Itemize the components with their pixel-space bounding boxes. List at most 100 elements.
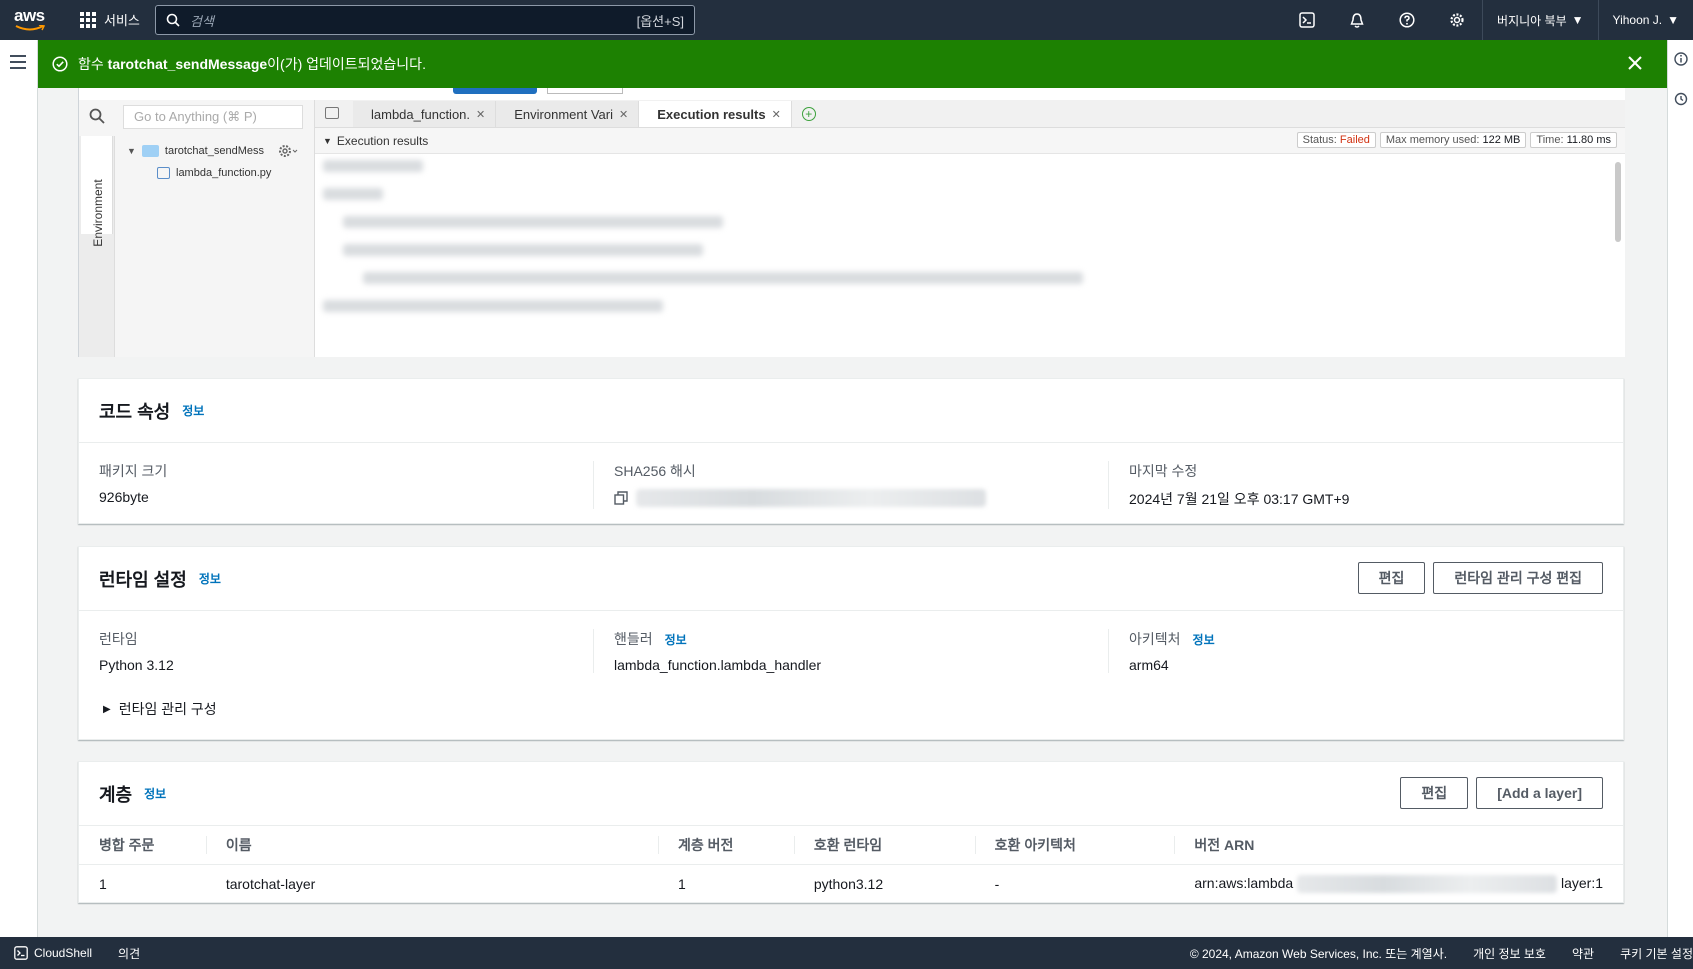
info-link[interactable]: 정보 (144, 785, 166, 802)
tree-file[interactable]: lambda_function.py (127, 162, 298, 184)
runtime-value: Python 3.12 (99, 657, 174, 673)
notifications-button[interactable] (1332, 0, 1382, 40)
layer-runtime: python3.12 (813, 876, 884, 893)
user-label: Yihoon J. (1612, 13, 1663, 27)
cloudshell-icon (1299, 12, 1315, 28)
scrollbar[interactable] (1615, 162, 1621, 242)
last-modified-value: 2024년 7월 21일 오후 03:17 GMT+9 (1129, 491, 1350, 507)
close-icon[interactable]: ✕ (772, 108, 781, 121)
column-header[interactable]: 이름 (205, 826, 659, 865)
redacted-arn (1297, 875, 1558, 894)
code-editor: Go to Anything (⌘ P) Environment ▼ tarot… (78, 88, 1625, 357)
folder-name: tarotchat_sendMess (164, 145, 264, 157)
feedback-link[interactable]: 의견 (118, 945, 140, 962)
menu-icon[interactable] (10, 55, 26, 73)
top-navigation: aws 서비스 검색 [옵션+S] 버지니아 북부 ▼ Yihoon J. ▼ (0, 0, 1693, 40)
copyright-text: © 2024, Amazon Web Services, Inc. 또는 계열사… (1189, 946, 1448, 961)
architecture-label: 아키텍처 (1129, 631, 1181, 647)
add-layer-button[interactable]: [Add a layer] (1476, 777, 1603, 809)
close-icon[interactable]: ✕ (619, 108, 628, 121)
close-icon[interactable] (1627, 55, 1643, 71)
panel-title: 런타임 설정 (99, 569, 187, 590)
chevron-down-icon: ▼ (127, 146, 136, 156)
history-icon[interactable] (1674, 92, 1688, 106)
info-icon[interactable] (1674, 52, 1688, 66)
region-label: 버지니아 북부 (1497, 13, 1567, 28)
search-icon (166, 13, 180, 27)
help-button[interactable] (1382, 0, 1432, 40)
column-header[interactable]: 병합 주문 (79, 826, 206, 865)
layers-table: 병합 주문 이름 계층 버전 호환 런타임 호환 아키텍처 버전 ARN 1 t… (79, 826, 1623, 904)
close-icon[interactable]: ✕ (476, 108, 485, 121)
column-header[interactable]: 호환 런타임 (793, 826, 975, 865)
aws-smile-icon (15, 25, 45, 31)
file-tree: ▼ tarotchat_sendMess lambda_function.py (127, 140, 298, 184)
cookie-settings-link[interactable]: 쿠키 기본 설정 (1620, 945, 1693, 962)
runtime-settings-panel: 런타임 설정 정보 편집 런타임 관리 구성 편집 런타임 Python 3.1… (78, 546, 1624, 740)
edit-button[interactable]: 편집 (1357, 562, 1426, 594)
search-icon[interactable] (89, 108, 105, 124)
handler-label: 핸들러 (614, 631, 653, 647)
region-selector[interactable]: 버지니아 북부 ▼ (1482, 0, 1597, 40)
panel-title: 코드 속성 (99, 401, 171, 422)
footer: CloudShell 의견 © 2024, Amazon Web Service… (0, 937, 1693, 969)
memory-badge: Max memory used: 122 MB (1379, 132, 1527, 148)
redacted-output (323, 160, 1083, 328)
chevron-down-icon[interactable]: ▼ (323, 136, 332, 146)
cloudshell-link[interactable]: CloudShell (14, 946, 92, 960)
layer-order: 1 (99, 876, 107, 893)
add-tab-icon[interactable]: + (801, 107, 816, 121)
table-row: 1 tarotchat-layer 1 python3.12 - arn:aws… (79, 864, 1623, 904)
terms-link[interactable]: 약관 (1572, 945, 1594, 962)
edit-runtime-management-button[interactable]: 런타임 관리 구성 편집 (1433, 562, 1603, 594)
runtime-management-toggle[interactable]: ▶ 런타임 관리 구성 (103, 699, 217, 719)
flash-function-name: tarotchat_sendMessage (107, 56, 268, 72)
gear-icon[interactable] (278, 144, 298, 158)
info-link[interactable]: 정보 (199, 570, 221, 587)
sha256-label: SHA256 해시 (614, 463, 696, 479)
tab-list-icon[interactable] (325, 107, 339, 119)
column-header[interactable]: 호환 아키텍처 (974, 826, 1175, 865)
success-flash: 함수 tarotchat_sendMessage이(가) 업데이트되었습니다. (38, 40, 1667, 88)
edit-button[interactable]: 편집 (1400, 777, 1469, 809)
global-search-input[interactable]: 검색 [옵션+S] (155, 5, 695, 35)
account-menu[interactable]: Yihoon J. ▼ (1597, 0, 1693, 40)
aws-logo-text: aws (14, 6, 45, 25)
caret-down-icon: ▼ (1667, 13, 1679, 27)
info-link[interactable]: 정보 (665, 633, 687, 647)
tree-folder[interactable]: ▼ tarotchat_sendMess (127, 140, 298, 162)
column-header[interactable]: 계층 버전 (658, 826, 794, 865)
environment-sidebar: Go to Anything (⌘ P) Environment ▼ tarot… (79, 100, 315, 357)
python-file-icon (157, 167, 170, 179)
search-shortcut: [옵션+S] (636, 13, 684, 29)
cloudshell-button[interactable] (1282, 0, 1332, 40)
privacy-link[interactable]: 개인 정보 보호 (1473, 945, 1546, 962)
last-modified-label: 마지막 수정 (1129, 463, 1198, 479)
tab-execution-results[interactable]: Execution results ✕ (639, 101, 792, 127)
runtime-label: 런타임 (99, 631, 138, 647)
info-link[interactable]: 정보 (1193, 633, 1215, 647)
help-icon (1399, 12, 1415, 28)
package-size-label: 패키지 크기 (99, 463, 168, 479)
environment-label: Environment (91, 179, 105, 247)
editor-tabs: lambda_function. ✕ Environment Vari ✕ Exec… (315, 100, 1625, 128)
layer-architecture: - (994, 876, 1000, 893)
info-link[interactable]: 정보 (182, 402, 204, 419)
services-label: 서비스 (104, 13, 140, 28)
flash-message: 함수 tarotchat_sendMessage이(가) 업데이트되었습니다. (78, 56, 426, 72)
tab-environment-variables[interactable]: Environment Vari ✕ (496, 101, 640, 127)
search-placeholder: 검색 (190, 13, 214, 29)
environment-tab[interactable]: Environment (81, 136, 113, 247)
column-header[interactable]: 버전 ARN (1174, 826, 1623, 865)
aws-logo[interactable]: aws (14, 6, 50, 34)
check-circle-icon (52, 56, 68, 72)
tab-lambda-function[interactable]: lambda_function. ✕ (353, 101, 497, 127)
panel-title: 계층 (99, 784, 133, 805)
caret-down-icon: ▼ (1571, 13, 1584, 27)
table-header-row: 병합 주문 이름 계층 버전 호환 런타임 호환 아키텍처 버전 ARN (79, 826, 1623, 865)
copy-icon[interactable] (614, 491, 628, 505)
cloudshell-icon (14, 946, 28, 960)
settings-button[interactable] (1432, 0, 1482, 40)
services-menu[interactable]: 서비스 (80, 10, 140, 29)
goto-anything-input[interactable]: Go to Anything (⌘ P) (123, 105, 303, 129)
